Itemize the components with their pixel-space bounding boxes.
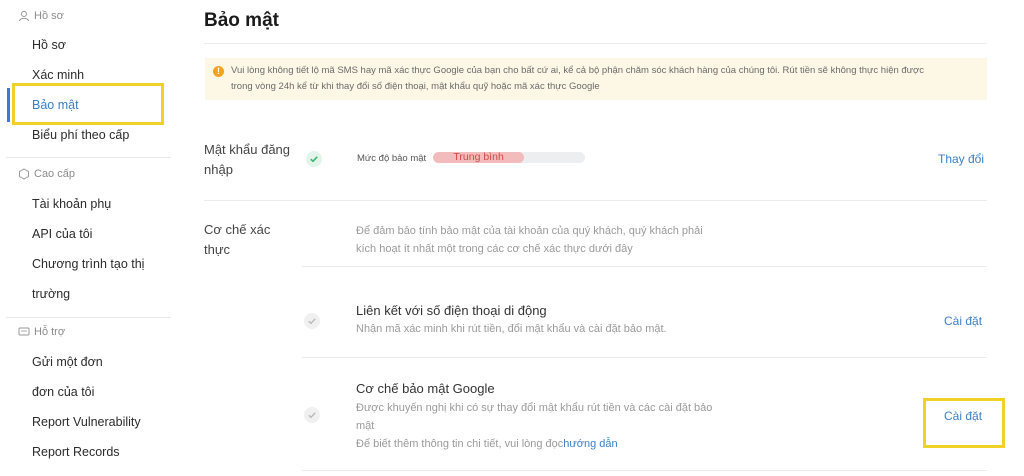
sidebar-item-my-requests[interactable]: đơn của tôi bbox=[32, 385, 94, 399]
security-notice: ! Vui lòng không tiết lộ mã SMS hay mã x… bbox=[205, 58, 987, 100]
sidebar: Hồ sơ Hồ sơ Xác minh Bảo mật Biểu phí th… bbox=[0, 0, 172, 476]
security-level-label: Mức độ bảo mật bbox=[357, 153, 427, 164]
check-icon bbox=[306, 151, 322, 167]
phone-link-description: Nhận mã xác minh khi rút tiền, đổi mật k… bbox=[356, 323, 667, 335]
sidebar-item-profile[interactable]: Hồ sơ bbox=[32, 38, 66, 52]
notice-line-2: trong vòng 24h kể từ khi thay đổi số điệ… bbox=[231, 80, 600, 92]
check-icon bbox=[304, 313, 320, 329]
page-title: Bảo mật bbox=[204, 10, 279, 31]
user-icon bbox=[19, 11, 29, 22]
active-indicator bbox=[7, 88, 10, 122]
divider bbox=[204, 200, 987, 201]
highlight-box-security bbox=[12, 83, 164, 125]
divider bbox=[6, 317, 171, 318]
guide-link[interactable]: hướng dẫn bbox=[563, 438, 617, 450]
sidebar-item-market-maker-cont[interactable]: trường bbox=[32, 287, 70, 301]
phone-link-title: Liên kết với số điện thoại di động bbox=[356, 303, 547, 318]
phone-setup-link[interactable]: Cài đặt bbox=[944, 314, 982, 328]
sidebar-item-report-vulnerability[interactable]: Report Vulnerability bbox=[32, 415, 141, 429]
hexagon-icon bbox=[19, 168, 29, 180]
sidebar-item-my-api[interactable]: API của tôi bbox=[32, 227, 92, 241]
divider bbox=[302, 470, 987, 471]
sidebar-item-market-maker[interactable]: Chương trình tạo thị bbox=[32, 257, 144, 271]
change-password-link[interactable]: Thay đổi bbox=[938, 152, 984, 166]
sidebar-item-fee-schedule[interactable]: Biểu phí theo cấp bbox=[32, 128, 129, 142]
warning-icon: ! bbox=[213, 66, 224, 77]
highlight-box-google-setup bbox=[923, 398, 1005, 448]
message-icon bbox=[18, 327, 30, 336]
notice-line-1: Vui lòng không tiết lộ mã SMS hay mã xác… bbox=[231, 65, 925, 76]
sidebar-item-verification[interactable]: Xác minh bbox=[32, 68, 84, 82]
sidebar-item-report-records[interactable]: Report Records bbox=[32, 445, 120, 459]
google-auth-description: Được khuyến nghị khi có sự thay đổi mật … bbox=[356, 402, 713, 450]
auth-mechanism-description: Để đảm bảo tính bảo mật của tài khoản củ… bbox=[356, 225, 703, 255]
sidebar-item-sub-accounts[interactable]: Tài khoản phụ bbox=[32, 197, 111, 211]
divider bbox=[302, 357, 987, 358]
divider bbox=[204, 43, 987, 44]
section-heading-support: Hỗ trợ bbox=[18, 326, 65, 338]
google-auth-title: Cơ chế bảo mật Google bbox=[356, 381, 495, 396]
main-panel: Bảo mật ! Vui lòng không tiết lộ mã SMS … bbox=[171, 0, 1024, 476]
section-heading-profile: Hồ sơ bbox=[18, 10, 64, 22]
security-level-value: Trung bình bbox=[453, 152, 504, 163]
login-password-label: Mật khẩu đăng nhập bbox=[204, 142, 291, 177]
check-icon bbox=[304, 407, 320, 423]
security-level-meter: Trung bình bbox=[433, 152, 585, 163]
divider bbox=[6, 157, 171, 158]
divider bbox=[302, 266, 987, 267]
auth-mechanism-label: Cơ chế xác thực bbox=[204, 222, 271, 257]
section-heading-advanced: Cao cấp bbox=[18, 168, 75, 180]
sidebar-item-submit-request[interactable]: Gửi một đơn bbox=[32, 355, 103, 369]
